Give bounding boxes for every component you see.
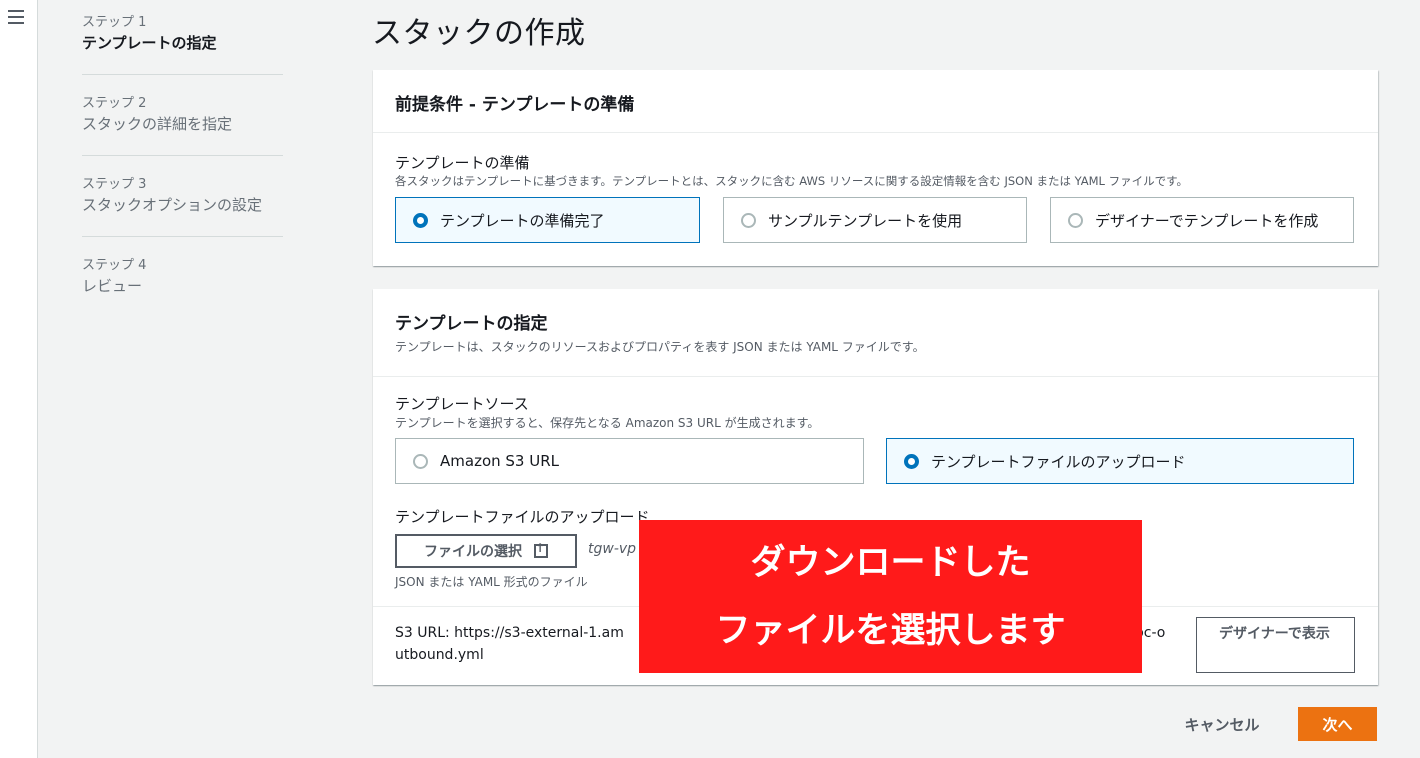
- prereq-heading: 前提条件 - テンプレートの準備: [395, 95, 635, 115]
- step-1[interactable]: ステップ 1 テンプレートの指定: [82, 14, 283, 75]
- step-number: ステップ 1: [82, 15, 147, 30]
- spec-heading: テンプレートの指定: [395, 314, 548, 334]
- callout-line-1: ダウンロードした: [750, 542, 1031, 583]
- option-sample-template[interactable]: サンプルテンプレートを使用: [723, 197, 1027, 243]
- upload-icon: [534, 541, 548, 558]
- cancel-button[interactable]: キャンセル: [1172, 707, 1272, 741]
- radio-icon: [741, 212, 756, 228]
- view-in-designer-button[interactable]: デザイナーで表示: [1196, 617, 1355, 673]
- card-header: テンプレートの指定 テンプレートは、スタックのリソースおよびプロパティを表す J…: [373, 289, 1378, 377]
- option-designer-template[interactable]: デザイナーでテンプレートを作成: [1050, 197, 1354, 243]
- option-label: Amazon S3 URL: [440, 452, 559, 470]
- source-description: テンプレートを選択すると、保存先となる Amazon S3 URL が生成されま…: [395, 416, 820, 430]
- step-number: ステップ 2: [82, 96, 147, 111]
- radio-icon: [1068, 212, 1083, 228]
- next-button[interactable]: 次へ: [1298, 707, 1377, 741]
- option-label: テンプレートファイルのアップロード: [931, 452, 1186, 471]
- option-upload-template[interactable]: テンプレートファイルのアップロード: [886, 438, 1354, 484]
- step-number: ステップ 3: [82, 177, 147, 192]
- prerequisite-card: 前提条件 - テンプレートの準備 テンプレートの準備 各スタックはテンプレートに…: [373, 70, 1378, 266]
- upload-label: テンプレートファイルのアップロード: [395, 508, 650, 526]
- step-number: ステップ 4: [82, 258, 147, 273]
- step-title: スタックの詳細を指定: [82, 115, 233, 133]
- step-4[interactable]: ステップ 4 レビュー: [82, 257, 283, 317]
- file-hint: JSON または YAML 形式のファイル: [395, 575, 588, 589]
- navigation-rail: [0, 0, 38, 758]
- radio-selected-icon: [413, 212, 428, 228]
- option-label: テンプレートの準備完了: [440, 211, 605, 230]
- spec-description: テンプレートは、スタックのリソースおよびプロパティを表す JSON または YA…: [395, 340, 925, 354]
- prepare-label: テンプレートの準備: [395, 154, 530, 172]
- callout-line-2: ファイルを選択します: [715, 610, 1066, 651]
- source-label: テンプレートソース: [395, 395, 529, 413]
- radio-icon: [413, 453, 428, 469]
- choose-file-label: ファイルの選択: [424, 544, 522, 560]
- option-amazon-s3-url[interactable]: Amazon S3 URL: [395, 438, 864, 484]
- option-template-ready[interactable]: テンプレートの準備完了: [395, 197, 700, 243]
- step-3[interactable]: ステップ 3 スタックオプションの設定: [82, 176, 283, 237]
- choose-file-button[interactable]: ファイルの選択: [395, 534, 577, 568]
- menu-icon[interactable]: [8, 10, 24, 24]
- s3-url-line1: S3 URL: https://s3-external-1.am: [395, 625, 624, 641]
- template-source-field: テンプレートソース テンプレートを選択すると、保存先となる Amazon S3 …: [395, 393, 819, 431]
- step-title: レビュー: [82, 277, 143, 295]
- prepare-description: 各スタックはテンプレートに基づきます。テンプレートとは、スタックに含む AWS …: [395, 174, 1188, 188]
- option-label: デザイナーでテンプレートを作成: [1095, 211, 1319, 230]
- step-2[interactable]: ステップ 2 スタックの詳細を指定: [82, 95, 283, 156]
- prepare-field: テンプレートの準備 各スタックはテンプレートに基づきます。テンプレートとは、スタ…: [395, 152, 1365, 189]
- card-header: 前提条件 - テンプレートの準備: [373, 70, 1378, 133]
- page-title: スタックの作成: [372, 16, 586, 51]
- wizard-steps: ステップ 1 テンプレートの指定 ステップ 2 スタックの詳細を指定 ステップ …: [82, 14, 283, 337]
- selected-file-name: tgw-vp: [588, 541, 637, 557]
- s3-url-line2: utbound.yml: [395, 647, 484, 663]
- annotation-callout: ダウンロードした ファイルを選択します: [639, 520, 1142, 673]
- step-title: テンプレートの指定: [82, 34, 217, 52]
- radio-selected-icon: [904, 453, 919, 469]
- option-label: サンプルテンプレートを使用: [768, 211, 963, 230]
- step-title: スタックオプションの設定: [82, 196, 263, 214]
